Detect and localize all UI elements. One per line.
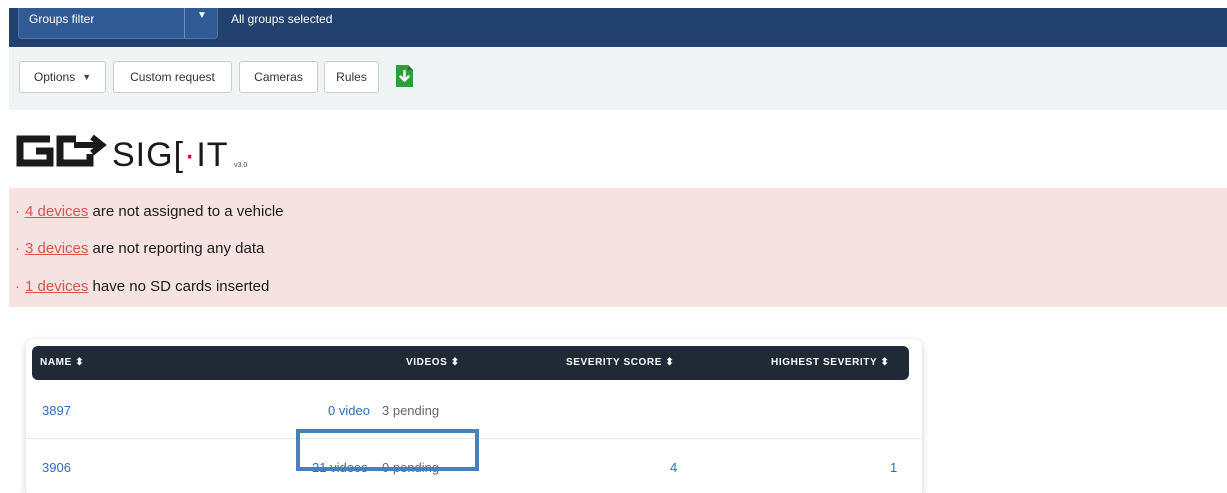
- logo-text: SIG[·IT: [112, 136, 229, 174]
- column-header-name[interactable]: NAME ⬍: [40, 357, 84, 368]
- alert-devices-link[interactable]: 3 devices: [25, 240, 88, 257]
- pending-count: 3 pending: [382, 403, 440, 418]
- table-header: NAME ⬍ VIDEOS ⬍ SEVERITY SCORE ⬍ HIGHEST…: [32, 346, 909, 380]
- highest-severity-value: 1: [890, 460, 898, 475]
- alert-text: are not reporting any data: [92, 240, 265, 257]
- alert-text: are not assigned to a vehicle: [92, 203, 284, 220]
- caret-down-icon[interactable]: ▼: [197, 10, 207, 21]
- groups-filter-divider: [184, 8, 185, 38]
- alert-item: · 4 devices are not assigned to a vehicle: [15, 203, 284, 220]
- column-header-severity-score[interactable]: SEVERITY SCORE ⬍: [566, 357, 674, 368]
- device-name-link[interactable]: 3897: [42, 403, 71, 418]
- alerts-panel: · 4 devices are not assigned to a vehicle…: [9, 188, 1227, 307]
- alert-devices-link[interactable]: 4 devices: [25, 203, 88, 220]
- cameras-button[interactable]: Cameras: [239, 61, 318, 93]
- top-bar: Groups filter ▼ All groups selected: [9, 8, 1227, 47]
- videos-link[interactable]: 0 video: [328, 403, 370, 418]
- device-name-link[interactable]: 3906: [42, 460, 71, 475]
- column-header-highest-severity[interactable]: HIGHEST SEVERITY ⬍: [771, 357, 889, 368]
- alert-item: · 3 devices are not reporting any data: [15, 240, 265, 257]
- severity-score-value: 4: [670, 460, 678, 475]
- options-dropdown-button[interactable]: Options ▼: [19, 61, 106, 93]
- groups-status-text: All groups selected: [231, 12, 333, 26]
- toolbar: Options ▼ Custom request Cameras Rules: [9, 47, 1227, 110]
- cameras-label: Cameras: [254, 70, 303, 84]
- custom-request-label: Custom request: [130, 70, 215, 84]
- logo-go-arrow-icon: [16, 134, 107, 167]
- rules-button[interactable]: Rules: [324, 61, 379, 93]
- rules-label: Rules: [336, 70, 367, 84]
- caret-down-icon: ▼: [82, 72, 92, 82]
- alert-devices-link[interactable]: 1 devices: [25, 278, 88, 295]
- videos-highlight-box: [296, 429, 479, 471]
- logo-version: v3.0: [234, 162, 248, 169]
- alert-item: · 1 devices have no SD cards inserted: [15, 278, 270, 295]
- custom-request-button[interactable]: Custom request: [113, 61, 232, 93]
- options-label: Options: [33, 70, 76, 84]
- groups-filter-dropdown[interactable]: Groups filter ▼: [18, 8, 218, 39]
- groups-filter-label: Groups filter: [29, 12, 95, 26]
- devices-table: NAME ⬍ VIDEOS ⬍ SEVERITY SCORE ⬍ HIGHEST…: [26, 339, 922, 493]
- download-icon[interactable]: [396, 65, 413, 87]
- alert-text: have no SD cards inserted: [92, 278, 270, 295]
- column-header-videos[interactable]: VIDEOS ⬍: [406, 357, 460, 368]
